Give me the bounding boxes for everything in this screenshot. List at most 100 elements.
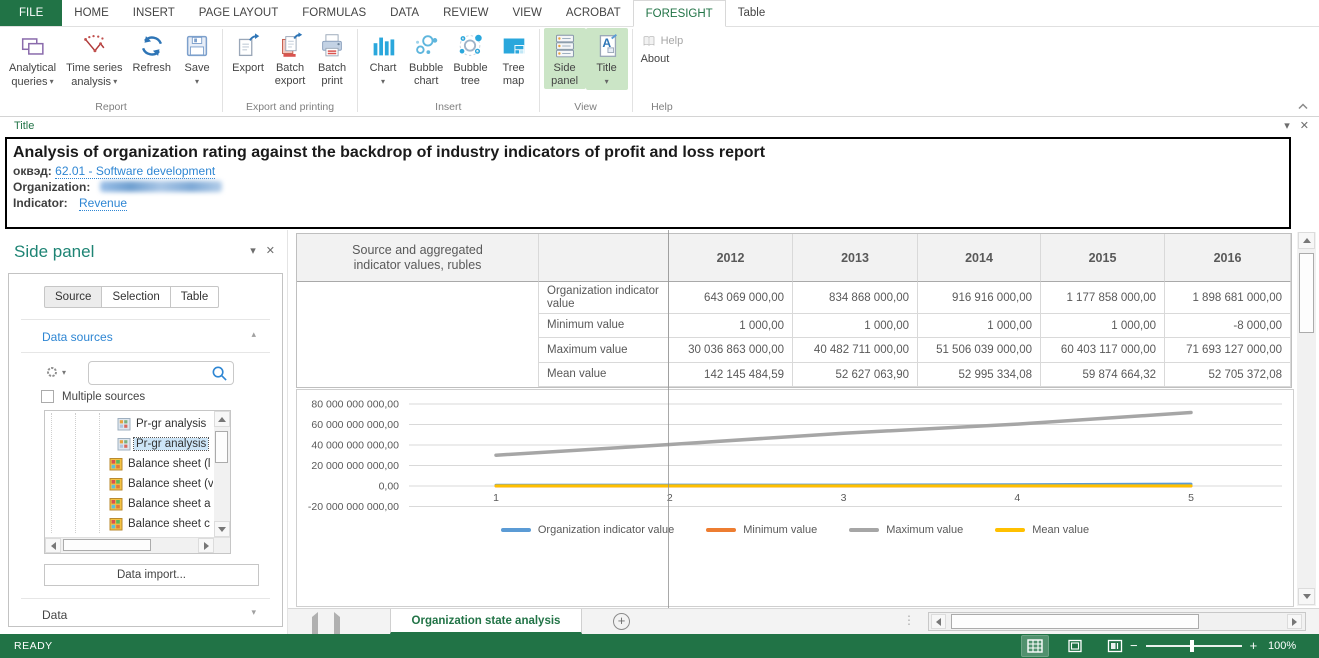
tree-map-button[interactable]: Treemap [493,28,535,89]
ribbon-group-report: Analyticalqueries ▾Time seriesanalysis ▾… [2,27,220,116]
ribbon-tab-data[interactable]: DATA [378,0,431,26]
group-label-insert: Insert [362,100,535,116]
zoom-in-button[interactable]: + [1250,640,1258,652]
legend-swatch [849,528,879,532]
sheet-tab-active[interactable]: Organization state analysis [390,609,582,634]
source-item[interactable]: Pr-gr analysis [45,414,213,434]
title-panel-collapse-icon[interactable]: ▾ [1284,119,1290,132]
page-layout-view-button[interactable] [1062,636,1088,656]
search-input[interactable] [95,364,207,382]
help-button[interactable]: Help [637,31,688,51]
scroll-left-button[interactable] [45,538,61,553]
scroll-down-button[interactable] [214,521,230,537]
title-icon: A [591,30,623,62]
scroll-thumb[interactable] [215,431,228,463]
zoom-out-button[interactable]: − [1130,640,1138,652]
okved-label: оквэд: [13,164,52,178]
table-row-label: Mean value [539,363,669,387]
table-value-cell: 1 000,00 [918,314,1041,338]
scroll-down-button[interactable] [1298,588,1315,605]
scroll-up-button[interactable] [214,411,230,427]
tree-horizontal-scrollbar[interactable] [45,537,230,553]
chart-button[interactable]: Chart▾ [362,28,404,90]
collapse-down-icon[interactable]: ▾ [251,607,256,618]
search-icon[interactable] [211,365,228,387]
scroll-thumb[interactable] [1299,253,1314,333]
scroll-left-button[interactable] [931,614,946,629]
sheet-vertical-scrollbar[interactable] [1297,232,1316,606]
side-panel-tab-table[interactable]: Table [171,286,220,308]
refresh-button[interactable]: Refresh [128,28,177,76]
source-item[interactable]: Balance sheet (v [45,474,213,494]
time-series-analysis-button[interactable]: Time seriesanalysis ▾ [61,28,127,90]
title-button[interactable]: ATitle▾ [586,28,628,90]
zoom-slider-thumb[interactable] [1190,640,1194,652]
source-item[interactable]: Balance sheet a [45,494,213,514]
ribbon-tab-acrobat[interactable]: ACROBAT [554,0,633,26]
zoom-level-value[interactable]: 100% [1268,640,1296,652]
dropdown-arrow-icon: ▾ [47,77,53,86]
scroll-thumb[interactable] [951,614,1199,629]
side-panel: Side panel ▾ ✕ SourceSelectionTable Data… [0,230,288,634]
batch-print-button[interactable]: Batchprint [311,28,353,89]
analytical-queries-label: Analyticalqueries ▾ [9,62,56,89]
zoom-slider[interactable] [1146,640,1242,652]
legend-item: Maximum value [849,524,963,536]
source-item[interactable]: Balance sheet (l [45,454,213,474]
side-panel-tab-source[interactable]: Source [44,286,102,308]
source-item[interactable]: Pr-gr analysis [45,434,213,454]
scroll-thumb[interactable] [63,539,151,551]
page-break-view-button[interactable] [1102,636,1128,656]
data-sources-section-header[interactable]: Data sources ▴ [21,319,270,353]
help-icon [641,33,657,49]
table-value-cell: 834 868 000,00 [793,282,918,314]
tree-vertical-scrollbar[interactable] [214,411,230,537]
bubble-tree-icon [454,30,486,62]
sheet-horizontal-scrollbar[interactable] [928,612,1306,631]
time-series-icon [78,30,110,62]
ribbon-tab-insert[interactable]: INSERT [121,0,187,26]
add-sheet-button[interactable]: + [613,613,630,630]
indicator-link[interactable]: Revenue [79,196,127,211]
side-panel-collapse-icon[interactable]: ▾ [250,244,256,257]
table-value-cell: 60 403 117 000,00 [1041,338,1165,363]
ribbon-tab-foresight[interactable]: FORESIGHT [633,0,726,27]
normal-view-button[interactable] [1022,636,1048,656]
side-panel-close-icon[interactable]: ✕ [266,244,275,257]
scroll-right-button[interactable] [198,538,214,553]
multiple-sources-checkbox[interactable] [41,390,54,403]
source-item-label: Balance sheet c [126,518,212,530]
next-sheet-button[interactable] [334,617,340,635]
ribbon-tab-review[interactable]: REVIEW [431,0,500,26]
okved-link[interactable]: 62.01 - Software development [55,164,215,179]
table-value-cell: 40 482 711 000,00 [793,338,918,363]
export-button[interactable]: Export [227,28,269,76]
ribbon-tab-formulas[interactable]: FORMULAS [290,0,378,26]
bubble-tree-button[interactable]: Bubbletree [448,28,492,89]
side-panel-button[interactable]: Sidepanel [544,28,586,89]
ribbon-tab-page-layout[interactable]: PAGE LAYOUT [187,0,290,26]
previous-sheet-button[interactable] [312,617,318,635]
scroll-right-button[interactable] [1287,614,1302,629]
save-button[interactable]: Save▾ [176,28,218,90]
source-settings-button[interactable]: ▾ [45,365,66,379]
data-sources-label: Data sources [42,330,113,344]
collapse-up-icon[interactable]: ▴ [251,329,256,340]
ribbon-tab-table[interactable]: Table [726,0,778,26]
bubble-chart-button[interactable]: Bubblechart [404,28,448,89]
ribbon-tab-home[interactable]: HOME [62,0,121,26]
bubble-chart-icon [410,30,442,62]
ribbon-collapse-button[interactable] [1295,100,1311,112]
title-panel-close-icon[interactable]: ✕ [1300,119,1309,132]
analytical-queries-button[interactable]: Analyticalqueries ▾ [4,28,61,90]
batch-export-button[interactable]: Batchexport [269,28,311,89]
source-item[interactable]: Balance sheet c [45,514,213,534]
ribbon-tab-file[interactable]: FILE [0,0,62,26]
scroll-up-button[interactable] [1298,232,1315,249]
data-import-button[interactable]: Data import... [44,564,259,586]
tabbar-resize-handle[interactable]: ⋮ [903,613,915,627]
about-button[interactable]: About [637,51,674,67]
side-panel-tab-selection[interactable]: Selection [102,286,170,308]
ribbon-tab-view[interactable]: VIEW [500,0,553,26]
data-section-header[interactable]: Data ▾ [21,598,270,626]
